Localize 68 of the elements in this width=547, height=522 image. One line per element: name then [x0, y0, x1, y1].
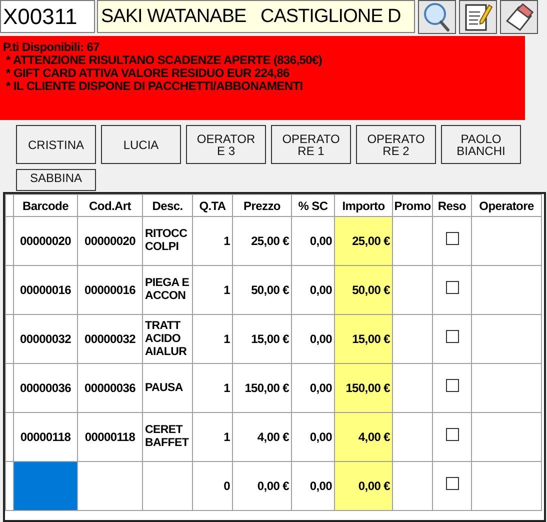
table-cell: 50,00 € — [232, 266, 292, 314]
table-cell: CERET BAFFET — [142, 412, 192, 462]
operator-button[interactable]: PAOLO BIANCHI — [441, 125, 521, 164]
reso-checkbox[interactable] — [446, 232, 458, 245]
alert-message: * GIFT CARD ATTIVA VALORE RESIDUO EUR 224,86 — [5, 67, 290, 80]
table-cell: 1 — [192, 314, 232, 364]
operator-button[interactable]: LUCIA — [101, 125, 181, 164]
table-cell — [78, 462, 142, 510]
table-cell: TRATT ACIDO AIALUR — [142, 314, 192, 364]
operator-button[interactable]: SABBINA — [16, 169, 96, 191]
customer-name-field[interactable]: SAKI WATANABE CASTIGLIONE D — [97, 0, 415, 33]
operator-button[interactable]: OPERATO RE 2 — [356, 125, 436, 164]
column-header: Desc. — [142, 194, 192, 216]
table-cell: 00000036 — [78, 364, 142, 412]
reso-checkbox[interactable] — [446, 428, 458, 441]
table-cell: 15,00 € — [334, 314, 392, 364]
table-cell: 25,00 € — [232, 216, 292, 266]
search-icon — [422, 2, 452, 32]
table-cell: 1 — [192, 364, 232, 412]
operator-button[interactable]: OPERATO RE 1 — [271, 125, 351, 164]
column-header: Reso — [432, 194, 472, 216]
table-cell: 15,00 € — [232, 314, 292, 364]
table-cell: 00000032 — [78, 314, 142, 364]
column-header: Cod.Art — [78, 194, 142, 216]
alert-message: * IL CLIENTE DISPONE DI PACCHETTI/ABBONAMENTI — [5, 80, 304, 93]
table-cell: 00000016 — [78, 266, 142, 314]
column-header: % SC — [292, 194, 334, 216]
alert-message: * ATTENZIONE RISULTANO SCADENZE APERTE (836,50€) — [5, 54, 324, 67]
operator-button[interactable]: OERATOR E 3 — [186, 125, 266, 164]
table-cell: 1 — [192, 216, 232, 266]
eraser-icon — [503, 2, 535, 32]
table-cell: 0,00 € — [232, 462, 292, 510]
operator-button[interactable]: CRISTINA — [16, 125, 96, 164]
table-cell: 4,00 € — [232, 412, 292, 462]
table-cell: PIEGA E ACCON — [142, 266, 192, 314]
eraser-button[interactable] — [500, 0, 538, 34]
table-cell: 1 — [192, 266, 232, 314]
column-header: Prezzo — [232, 194, 292, 216]
notes-button[interactable] — [459, 0, 497, 34]
column-header: Operatore — [472, 194, 542, 216]
points-text: P.ti Disponibili: 67 — [3, 41, 100, 54]
table-cell: 0,00 € — [334, 462, 392, 510]
column-header: Promo — [392, 194, 432, 216]
reso-checkbox[interactable] — [446, 281, 458, 294]
table-cell: 00000020 — [14, 216, 78, 266]
table-cell: 00000036 — [14, 364, 78, 412]
table-cell: 1 — [192, 412, 232, 462]
notepad-pencil-icon — [463, 2, 493, 32]
table-cell: 00000118 — [78, 412, 142, 462]
search-button[interactable] — [418, 0, 456, 34]
table-cell: 00000020 — [78, 216, 142, 266]
reso-checkbox[interactable] — [446, 379, 458, 392]
table-cell: PAUSA — [142, 364, 192, 412]
table-cell: 00000032 — [14, 314, 78, 364]
column-header: Q.TA — [192, 194, 232, 216]
table-cell: 50,00 € — [334, 266, 392, 314]
table-cell — [142, 462, 192, 510]
reso-checkbox[interactable] — [446, 477, 458, 490]
table-cell: 4,00 € — [334, 412, 392, 462]
table-cell: 25,00 € — [334, 216, 392, 266]
reso-checkbox[interactable] — [446, 330, 458, 343]
table-cell: RITOCC COLPI — [142, 216, 192, 266]
customer-code-field[interactable]: X00311 — [0, 0, 95, 33]
table-cell: 0 — [192, 462, 232, 510]
column-header: Barcode — [14, 194, 78, 216]
table-cell: 150,00 € — [334, 364, 392, 412]
table-cell: 00000016 — [14, 266, 78, 314]
table-cell: 150,00 € — [232, 364, 292, 412]
